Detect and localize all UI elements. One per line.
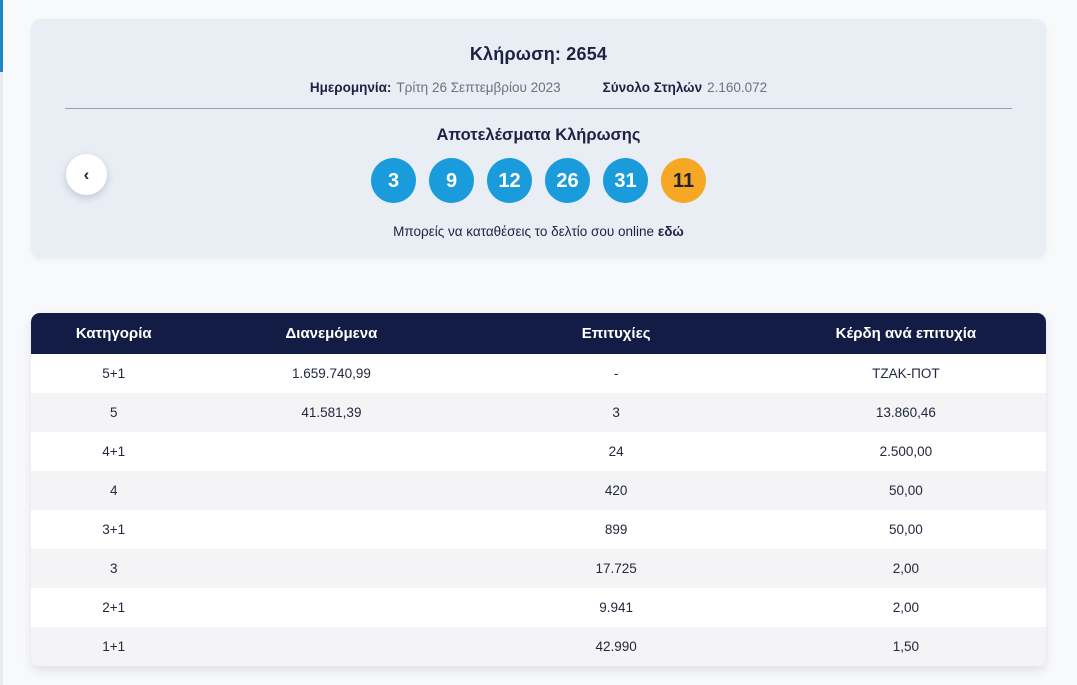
cell-category: 5 [109,405,118,420]
cell-winnings: 13.860,46 [875,405,936,420]
cell-distributed: 1.659.740,99 [292,366,371,381]
cell-category: 3 [109,561,118,576]
draw-date-label: Ημερομηνία: [309,80,392,95]
total-columns: Σύνολο Στηλών 2.160.072 [603,80,768,95]
drawn-number-ball: 31 [603,158,648,203]
cell-winnings: 50,00 [889,522,923,537]
scrollbar-thumb[interactable] [0,0,3,72]
cell-winnings: 50,00 [889,483,923,498]
cell-winners: 899 [604,522,628,537]
drawn-number-ball: 26 [545,158,590,203]
table-row: 3 17.725 2,00 [31,549,1046,588]
card-divider [65,108,1012,109]
drawn-numbers-row: 3 9 12 26 31 11 [31,158,1046,203]
draw-date-value: Τρίτη 26 Σεπτεμβρίου 2023 [396,80,561,95]
table-row: 4 420 50,00 [31,471,1046,510]
cell-winnings: ΤΖΑΚ-ΠΟΤ [872,366,940,381]
cell-category: 4 [109,483,118,498]
online-submit-link[interactable]: εδώ [658,224,684,239]
table-row: 2+1 9.941 2,00 [31,588,1046,627]
tzoker-number-ball: 11 [661,158,706,203]
header-distributed: Διανεμόμενα [285,325,378,342]
table-row: 4+1 24 2.500,00 [31,432,1046,471]
cell-distributed: 41.581,39 [301,405,362,420]
cell-winnings: 2,00 [892,561,920,576]
drawn-number-ball: 9 [429,158,474,203]
table-row: 5+1 1.659.740,99 - ΤΖΑΚ-ΠΟΤ [31,354,1046,393]
draw-date: Ημερομηνία: Τρίτη 26 Σεπτεμβρίου 2023 [310,80,561,95]
total-columns-value: 2.160.072 [707,80,768,95]
table-row: 5 41.581,39 3 13.860,46 [31,393,1046,432]
table-row: 1+1 42.990 1,50 [31,627,1046,666]
draw-title: Κλήρωση: 2654 [469,44,608,64]
chevron-left-icon: ‹ [83,164,90,184]
winnings-table: Κατηγορία Διανεμόμενα Επιτυχίες Κέρδη αν… [31,313,1046,666]
cell-category: 4+1 [102,444,126,459]
cell-winners: 420 [604,483,628,498]
draw-results-card: Κλήρωση: 2654 Ημερομηνία: Τρίτη 26 Σεπτε… [31,19,1046,258]
table-row: 3+1 899 50,00 [31,510,1046,549]
cell-winners: 24 [608,444,624,459]
header-winnings-per-winner: Κέρδη ανά επιτυχία [835,325,977,342]
results-title: Αποτελέσματα Κλήρωσης [436,126,641,144]
cell-winners: - [613,366,619,381]
online-submit-text: Μπορείς να καταθέσεις το δελτίο σου onli… [393,224,655,239]
cell-winners: 9.941 [599,600,634,615]
cell-winnings: 2,00 [892,600,920,615]
cell-category: 5+1 [102,366,126,381]
page-scrollbar[interactable] [0,0,3,685]
drawn-number-ball: 3 [371,158,416,203]
online-submit-line: Μπορείς να καταθέσεις το δελτίο σου onli… [31,224,1046,239]
cell-category: 3+1 [102,522,126,537]
cell-winners: 17.725 [595,561,637,576]
cell-category: 1+1 [102,639,126,654]
total-columns-label: Σύνολο Στηλών [602,80,703,95]
draw-meta-row: Ημερομηνία: Τρίτη 26 Σεπτεμβρίου 2023 Σύ… [31,80,1046,95]
cell-winners: 3 [612,405,620,420]
header-category: Κατηγορία [75,325,152,342]
cell-category: 2+1 [102,600,126,615]
cell-winners: 42.990 [595,639,637,654]
previous-draw-button[interactable]: ‹ [66,154,107,195]
header-winners: Επιτυχίες [581,325,651,342]
table-header-row: Κατηγορία Διανεμόμενα Επιτυχίες Κέρδη αν… [31,313,1046,354]
cell-winnings: 1,50 [892,639,920,654]
drawn-number-ball: 12 [487,158,532,203]
cell-winnings: 2.500,00 [879,444,933,459]
